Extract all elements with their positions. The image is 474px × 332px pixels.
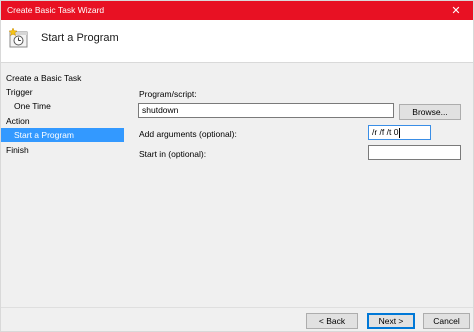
sidebar-item-create-basic-task: Create a Basic Task [6, 73, 82, 83]
wizard-footer: < Back Next > Cancel [1, 308, 473, 332]
sidebar-item-action: Action [6, 116, 30, 126]
add-arguments-value: /r /f /t 0 [372, 127, 399, 137]
close-icon[interactable]: ✕ [439, 1, 473, 20]
cancel-button[interactable]: Cancel [423, 313, 470, 329]
task-scheduler-icon [7, 27, 31, 49]
next-button[interactable]: Next > [367, 313, 415, 329]
browse-button[interactable]: Browse... [399, 104, 461, 120]
add-arguments-label: Add arguments (optional): [139, 129, 237, 139]
sidebar-item-one-time: One Time [14, 101, 51, 111]
wizard-content: Program/script: shutdown Browse... Add a… [124, 64, 473, 308]
window-title: Create Basic Task Wizard [7, 5, 105, 15]
sidebar-item-start-a-program: Start a Program [1, 128, 124, 142]
text-caret [399, 127, 401, 138]
start-in-input[interactable] [368, 145, 461, 160]
sidebar-item-trigger: Trigger [6, 87, 33, 97]
back-button[interactable]: < Back [306, 313, 358, 329]
wizard-steps-sidebar: Create a Basic Task Trigger One Time Act… [1, 64, 124, 308]
page-heading: Start a Program [41, 32, 119, 44]
wizard-window: Create Basic Task Wizard ✕ Start a Progr… [0, 0, 474, 332]
add-arguments-input[interactable]: /r /f /t 0 [368, 125, 431, 140]
program-script-label: Program/script: [139, 89, 197, 99]
program-script-input[interactable]: shutdown [138, 103, 394, 118]
start-in-label: Start in (optional): [139, 149, 207, 159]
wizard-header: Start a Program [1, 20, 473, 63]
sidebar-item-finish: Finish [6, 145, 29, 155]
title-bar[interactable]: Create Basic Task Wizard ✕ [1, 1, 473, 20]
